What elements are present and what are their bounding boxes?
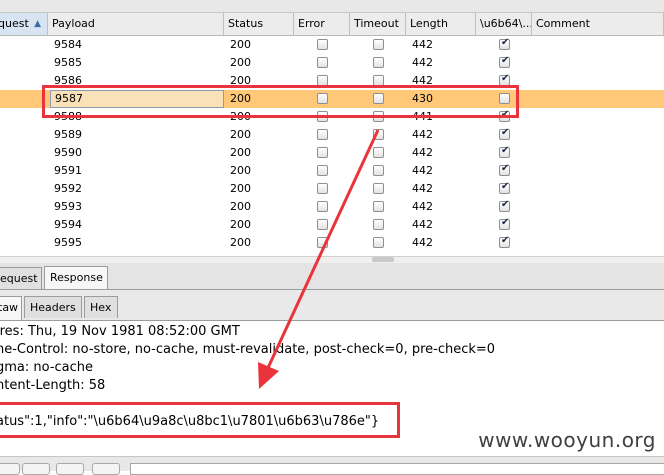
watermark-text: www.wooyun.org xyxy=(478,428,656,452)
annotation-arrow xyxy=(258,129,380,389)
arrow-shaft xyxy=(265,129,380,371)
